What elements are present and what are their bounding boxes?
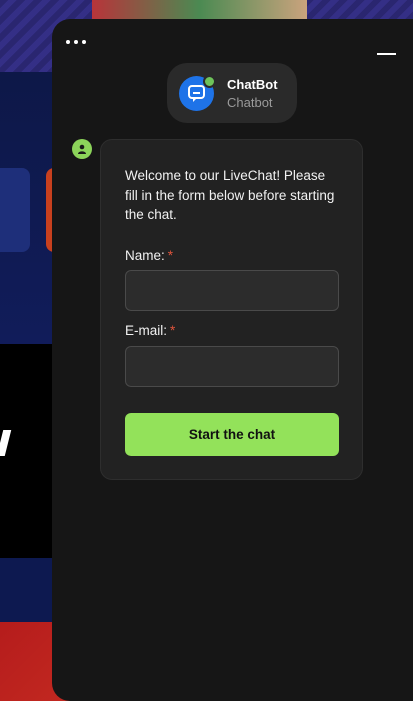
required-asterisk: * [170, 323, 176, 338]
more-options-icon[interactable] [66, 37, 86, 47]
email-label-text: E-mail: [125, 323, 168, 338]
bot-avatar-icon [72, 139, 92, 159]
name-label: Name: * [125, 248, 173, 263]
agent-name: ChatBot [227, 77, 278, 92]
email-label: E-mail: * [125, 323, 175, 338]
chat-bubble-icon [188, 85, 205, 102]
agent-role: Chatbot [227, 95, 273, 110]
prechat-form-card: Welcome to our LiveChat! Please fill in … [100, 139, 363, 480]
name-input[interactable] [125, 270, 339, 311]
start-chat-button[interactable]: Start the chat [125, 413, 339, 456]
agent-header: ChatBot Chatbot [167, 63, 297, 123]
online-status-dot [203, 75, 216, 88]
chat-widget: ChatBot Chatbot Welcome to our LiveChat!… [52, 19, 413, 701]
name-label-text: Name: [125, 248, 165, 263]
background-hero-image [92, 0, 307, 20]
welcome-message: Welcome to our LiveChat! Please fill in … [125, 168, 335, 222]
required-asterisk: * [167, 248, 174, 263]
background-game-card[interactable] [0, 168, 30, 252]
email-input[interactable] [125, 346, 339, 387]
minimize-icon[interactable] [377, 45, 397, 55]
